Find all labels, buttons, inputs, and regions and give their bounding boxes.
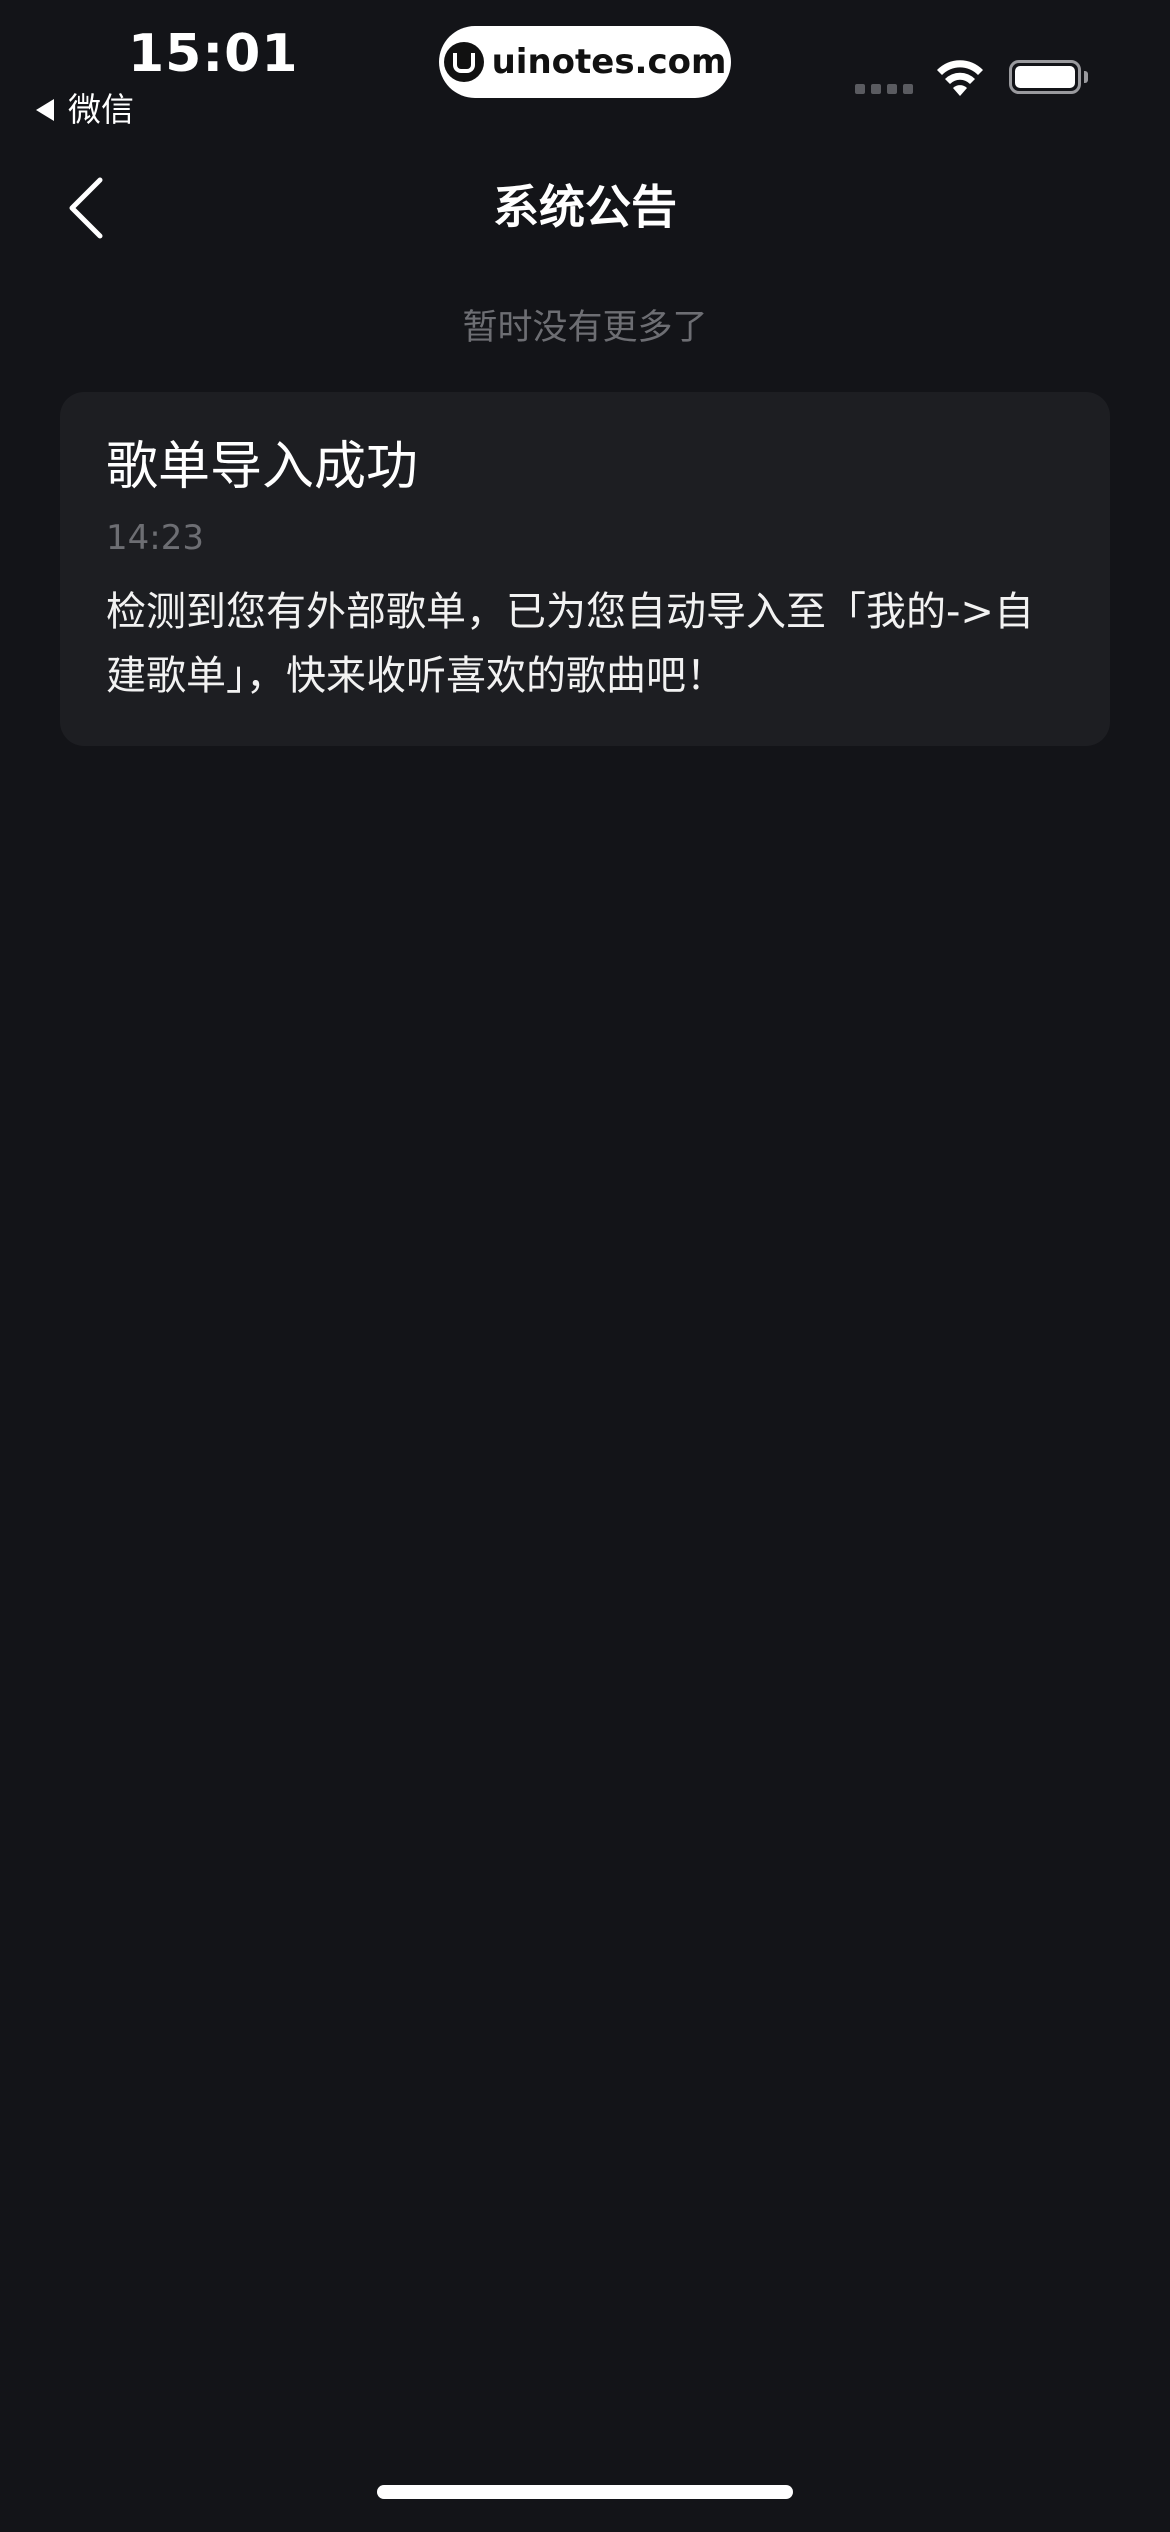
home-indicator[interactable] bbox=[377, 2485, 793, 2499]
wifi-icon bbox=[937, 60, 983, 96]
watermark-text: uinotes.com bbox=[491, 42, 727, 82]
announcement-time: 14:23 bbox=[106, 518, 204, 558]
watermark-badge: uinotes.com bbox=[439, 26, 731, 98]
battery-icon bbox=[1009, 60, 1081, 94]
no-more-hint: 暂时没有更多了 bbox=[462, 308, 708, 348]
announcement-title: 歌单导入成功 bbox=[106, 437, 419, 497]
back-triangle-icon bbox=[36, 99, 54, 121]
back-to-app-label: 微信 bbox=[68, 90, 134, 129]
page-title: 系统公告 bbox=[493, 180, 677, 234]
battery-fill bbox=[1015, 66, 1075, 88]
cellular-signal-icon bbox=[855, 84, 913, 94]
status-bar: 15:01 微信 uinotes.com bbox=[0, 0, 1170, 150]
announcement-card[interactable]: 歌单导入成功 14:23 检测到您有外部歌单，已为您自动导入至「我的->自建歌单… bbox=[60, 392, 1110, 746]
back-to-app-button[interactable]: 微信 bbox=[36, 90, 134, 130]
battery-cap bbox=[1084, 71, 1088, 83]
uinotes-logo-icon bbox=[443, 42, 484, 82]
status-time: 15:01 bbox=[128, 24, 299, 84]
announcement-body: 检测到您有外部歌单，已为您自动导入至「我的->自建歌单」，快来收听喜欢的歌曲吧！ bbox=[106, 589, 1034, 699]
